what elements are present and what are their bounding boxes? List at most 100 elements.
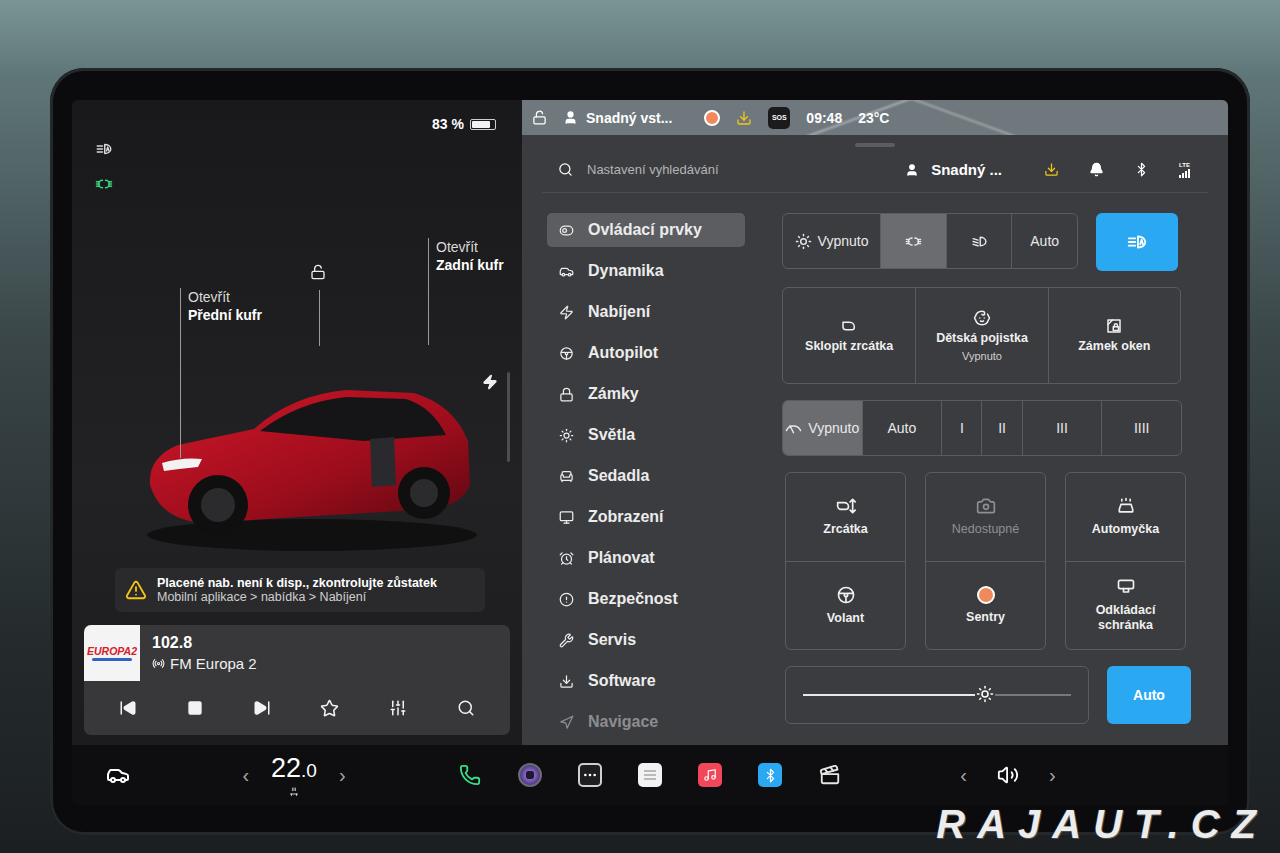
sidebar-item[interactable]: Nabíjení: [547, 295, 745, 329]
signal-icon: LTE: [1179, 162, 1190, 178]
sidebar-item[interactable]: Autopilot: [547, 336, 745, 370]
quick-tile[interactable]: Zámek oken: [1048, 288, 1180, 383]
sos-badge[interactable]: SOS: [768, 107, 790, 129]
charging-alert: Placené nab. není k disp., zkontrolujte …: [115, 568, 485, 612]
control-label: Volant: [827, 611, 864, 626]
dock-app[interactable]: [452, 757, 488, 793]
slider-fill: [803, 694, 985, 696]
sidebar-item[interactable]: Software: [547, 664, 745, 698]
user-icon: [905, 163, 919, 177]
sidebar-item[interactable]: Navigace: [547, 705, 745, 739]
low-beam-icon: [971, 233, 988, 250]
sidebar-item[interactable]: Dynamika: [547, 254, 745, 288]
wiper-option[interactable]: IIII: [1101, 401, 1181, 455]
profile-button[interactable]: Snadný ...: [905, 161, 1002, 178]
sidebar-item[interactable]: Zámky: [547, 377, 745, 411]
sidebar-item-icon: [559, 674, 574, 689]
control-button[interactable]: Volant: [786, 561, 905, 650]
equalizer-icon[interactable]: [389, 699, 407, 717]
sidebar-item[interactable]: Servis: [547, 623, 745, 657]
parking-lights-icon: [95, 175, 113, 193]
car-button[interactable]: [72, 763, 164, 787]
stop-icon[interactable]: [187, 700, 203, 716]
download-icon[interactable]: [1044, 162, 1059, 177]
speaker-icon[interactable]: [997, 764, 1019, 786]
auto-high-beam-button[interactable]: [1096, 213, 1178, 271]
favorite-icon[interactable]: [320, 699, 339, 718]
trunk-callout[interactable]: OtevřítPřední kufr: [180, 288, 262, 324]
sidebar-item-icon: [559, 510, 574, 525]
callout-line: [180, 288, 181, 458]
trunk-callout[interactable]: OtevřítZadní kufr: [428, 238, 504, 274]
temp-down[interactable]: ‹: [242, 764, 249, 787]
charge-port-button[interactable]: [482, 374, 498, 390]
wiper-option[interactable]: I: [941, 401, 981, 455]
sidebar-item[interactable]: Zobrazení: [547, 500, 745, 534]
car-image[interactable]: [132, 335, 477, 560]
dock-app[interactable]: [752, 757, 788, 793]
frequency: 102.8: [152, 634, 257, 652]
dock-app[interactable]: [572, 757, 608, 793]
bell-icon[interactable]: [1089, 162, 1104, 177]
headlight-option[interactable]: [880, 214, 946, 268]
next-icon[interactable]: [253, 699, 271, 717]
control-button[interactable]: Automyčka: [1066, 473, 1185, 561]
media-search-icon[interactable]: [457, 699, 475, 717]
bluetooth-icon[interactable]: [1134, 162, 1149, 177]
media-info: 102.8FM Europa 2: [140, 625, 257, 681]
bluetooth-icon: [758, 763, 782, 787]
control-button[interactable]: Odkládací schránka: [1066, 561, 1185, 650]
dock-app[interactable]: [512, 757, 548, 793]
search-section: Nastavení vyhledávání Snadný ... LTE: [522, 135, 1228, 192]
sidebar-item[interactable]: Plánovat: [547, 541, 745, 575]
auto-brightness-button[interactable]: Auto: [1107, 666, 1191, 724]
warning-icon: [125, 579, 147, 601]
volume-up[interactable]: ›: [1049, 764, 1056, 787]
headlight-option[interactable]: [946, 214, 1012, 268]
sidebar-item[interactable]: Bezpečnost: [547, 582, 745, 616]
headlights-segment: Vypnuto Auto: [782, 213, 1078, 269]
quick-tile[interactable]: Dětská pojistkaVypnuto: [915, 288, 1047, 383]
drag-handle[interactable]: [855, 143, 895, 147]
slider-track: [803, 694, 1071, 696]
alert-text: Placené nab. není k disp., zkontrolujte …: [157, 576, 437, 604]
brightness-slider[interactable]: [785, 666, 1089, 724]
climate-control: ‹ 22.0 ›: [164, 753, 424, 798]
main-area: 83 %OtevřítPřední kufrOtevřítZadní kufrP…: [72, 100, 1228, 745]
door-lock-button[interactable]: [310, 264, 326, 280]
search-field[interactable]: Nastavení vyhledávání: [587, 162, 891, 177]
sidebar-item-label: Ovládací prvky: [588, 221, 702, 239]
quick-tile[interactable]: Sklopit zrcátka: [783, 288, 915, 383]
control-label: Odkládací schránka: [1081, 603, 1171, 633]
logo-swoosh: [92, 658, 132, 661]
sidebar-item[interactable]: Sedadla: [547, 459, 745, 493]
wiper-option[interactable]: Vypnuto: [783, 401, 862, 455]
cabin-temperature[interactable]: 22.0: [271, 753, 317, 798]
wiper-option[interactable]: III: [1022, 401, 1102, 455]
dock-app[interactable]: [632, 757, 668, 793]
temp-up[interactable]: ›: [339, 764, 346, 787]
headlight-option[interactable]: Vypnuto: [783, 214, 880, 268]
headlight-option[interactable]: Auto: [1011, 214, 1077, 268]
control-button[interactable]: Sentry: [926, 561, 1045, 650]
tile-label: Dětská pojistka: [936, 331, 1028, 346]
sidebar-item[interactable]: Ovládací prvky: [547, 213, 745, 247]
dock-app[interactable]: [812, 757, 848, 793]
slider-thumb[interactable]: [975, 684, 995, 704]
display-bezel: 83 %OtevřítPřední kufrOtevřítZadní kufrP…: [50, 68, 1250, 835]
signal-bar: [1185, 171, 1187, 178]
sidebar-item-label: Bezpečnost: [588, 590, 678, 608]
wiper-option[interactable]: Auto: [862, 401, 942, 455]
dock-app[interactable]: [692, 757, 728, 793]
control-button[interactable]: Zrcátka: [786, 473, 905, 561]
sidebar-item[interactable]: Světla: [547, 418, 745, 452]
headlights-row: Vypnuto Auto: [782, 213, 1192, 271]
notes-icon: [638, 763, 662, 787]
volume-down[interactable]: ‹: [960, 764, 967, 787]
wiper-label: Auto: [887, 420, 916, 436]
wiper-option[interactable]: II: [981, 401, 1021, 455]
previous-icon[interactable]: [119, 699, 137, 717]
profile-status[interactable]: Snadný vst...: [563, 110, 672, 126]
sentry-icon: [977, 586, 995, 604]
phone-icon: [459, 764, 481, 786]
